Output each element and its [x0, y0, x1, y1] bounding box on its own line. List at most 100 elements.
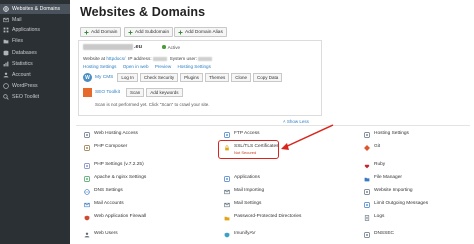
tool-label: Limit Outgoing Messages — [374, 201, 429, 206]
highlight-box — [218, 140, 279, 159]
tool-apache-nginx-settings[interactable]: Apache & nginx Settings — [84, 175, 146, 182]
wordpress-icon: W — [83, 73, 92, 82]
check-security-button[interactable]: Check Security — [139, 73, 179, 82]
mail-settings-icon — [224, 202, 230, 208]
sidebar-item-statistics[interactable]: Statistics — [0, 59, 70, 69]
tool-hosting-settings[interactable]: Hosting Settings — [364, 131, 409, 138]
hosting-links: Hosting Settings Open in web Preview Hos… — [83, 64, 216, 69]
tool-git[interactable]: Git — [364, 144, 380, 151]
hosting-settings-icon — [364, 131, 370, 138]
system-user-redacted — [198, 56, 213, 61]
status-badge[interactable]: Active — [162, 45, 180, 50]
hosting-settings-link[interactable]: Hosting Settings — [83, 64, 116, 69]
tool-label: DNSSEC — [374, 231, 394, 236]
web-users-icon — [84, 232, 90, 238]
tool-ftp-access[interactable]: FTP Access — [224, 131, 260, 138]
add-domain-alias-button[interactable]: Add Domain Alias — [174, 27, 227, 37]
seo-toolkit-icon — [3, 94, 9, 100]
tool-label: PHP Settings (v.7.2.25) — [94, 162, 144, 167]
plugins-button[interactable]: Plugins — [180, 73, 203, 82]
tool-ruby[interactable]: Ruby — [364, 162, 385, 169]
tool-dnssec[interactable]: DNSSEC — [364, 231, 394, 238]
log-in-button[interactable]: Log In — [117, 73, 138, 82]
tool-label: Website Importing — [374, 188, 413, 193]
tool-web-users[interactable]: Web Users — [84, 231, 118, 238]
sidebar-item-seo-toolkit[interactable]: SEO Toolkit — [0, 92, 70, 102]
folder-icon — [3, 38, 9, 44]
tool-label: Hosting Settings — [374, 131, 409, 136]
ip-address-redacted — [152, 56, 167, 61]
cms-row: W My CMS Log In Check Security Plugins T… — [83, 73, 284, 82]
account-icon — [3, 72, 9, 78]
logs-icon — [364, 214, 370, 221]
sidebar-item-label: Websites & Domains — [12, 6, 61, 12]
php-settings-icon — [84, 162, 90, 169]
tool-label: PHP Composer — [94, 144, 128, 149]
tool-dns-settings[interactable]: DNS Settings — [84, 188, 123, 195]
preview-link[interactable]: Preview — [155, 64, 171, 69]
tool-limit-outgoing-messages[interactable]: Limit Outgoing Messages — [364, 201, 428, 208]
sidebar-item-label: WordPress — [12, 83, 38, 89]
tool-mail-settings[interactable]: Mail Settings — [224, 201, 261, 208]
php-composer-icon — [84, 144, 90, 151]
sidebar-item-wordpress[interactable]: WordPress — [0, 81, 70, 91]
tool-mail-accounts[interactable]: Mail Accounts — [84, 201, 124, 208]
sidebar-item-websites-domains[interactable]: Websites & Domains — [0, 4, 70, 14]
tool-mail-importing[interactable]: Mail Importing — [224, 188, 264, 195]
tool-label: Git — [374, 144, 381, 149]
tool-label: File Manager — [374, 175, 402, 180]
seo-toolkit-link[interactable]: SEO Toolkit — [95, 90, 120, 95]
ruby-icon — [364, 163, 370, 169]
httpdocs-link[interactable]: httpdocs/ — [106, 56, 125, 61]
tool-file-manager[interactable]: File Manager — [364, 175, 402, 182]
scan-button[interactable]: Scan — [125, 88, 145, 97]
sidebar-item-databases[interactable]: Databases — [0, 48, 70, 58]
tool-logs[interactable]: Logs — [364, 214, 384, 221]
website-at-label: Website at — [83, 56, 106, 61]
status-label: Active — [167, 44, 181, 50]
add-subdomain-button[interactable]: Add Subdomain — [124, 27, 174, 37]
dnssec-icon — [364, 231, 370, 238]
plus-icon — [84, 30, 89, 35]
add-domain-button[interactable]: Add Domain — [80, 27, 122, 37]
show-less-link[interactable]: ˄ Show Less — [283, 119, 309, 124]
tool-label: Logs — [374, 214, 385, 219]
sidebar-item-applications[interactable]: Applications — [0, 25, 70, 35]
sidebar-item-label: Applications — [12, 27, 40, 33]
ip-address-label: IP address: — [128, 56, 152, 61]
sidebar-item-account[interactable]: Account — [0, 70, 70, 80]
tool-label: Mail Accounts — [94, 201, 124, 206]
my-cms-link[interactable]: My CMS — [95, 75, 113, 80]
sidebar-item-label: Databases — [12, 50, 37, 56]
status-dot-icon — [162, 45, 166, 49]
firewall-icon — [84, 215, 90, 221]
sidebar-item-label: Files — [12, 38, 23, 44]
domain-tld[interactable]: .eu — [134, 44, 142, 50]
clone-button[interactable]: Clone — [231, 73, 251, 82]
tool-applications[interactable]: Applications — [224, 175, 260, 182]
tool-web-hosting-access[interactable]: Web Hosting Access — [84, 131, 138, 138]
mail-icon — [3, 17, 9, 23]
imunifyav-icon — [224, 232, 230, 238]
sidebar-item-mail[interactable]: Mail — [0, 15, 70, 25]
open-in-web-link[interactable]: Open in web — [123, 64, 149, 69]
themes-button[interactable]: Themes — [204, 73, 230, 82]
add-keywords-button[interactable]: Add keywords — [146, 88, 183, 97]
tool-imunifyav[interactable]: ImunifyAV — [224, 231, 256, 238]
tool-web-application-firewall[interactable]: Web Application Firewall — [84, 214, 146, 221]
section-divider — [76, 125, 470, 126]
tool-website-importing[interactable]: Website Importing — [364, 188, 413, 195]
tool-php-composer[interactable]: PHP Composer — [84, 144, 127, 151]
apache-nginx-icon — [84, 175, 90, 182]
hosting-settings-link-2[interactable]: Hosting Settings — [177, 64, 210, 69]
copy-data-button[interactable]: Copy Data — [252, 73, 283, 82]
tool-password-protected-directories[interactable]: Password-Protected Directories — [224, 214, 301, 221]
tool-php-settings-v-7-2-25[interactable]: PHP Settings (v.7.2.25) — [84, 162, 144, 169]
web-hosting-access-icon — [84, 131, 90, 138]
plus-icon — [128, 30, 133, 35]
file-manager-icon — [364, 176, 370, 182]
sidebar-item-files[interactable]: Files — [0, 36, 70, 46]
add-subdomain-label: Add Subdomain — [135, 29, 170, 35]
tool-label: FTP Access — [234, 131, 260, 136]
applications-icon — [3, 27, 9, 33]
